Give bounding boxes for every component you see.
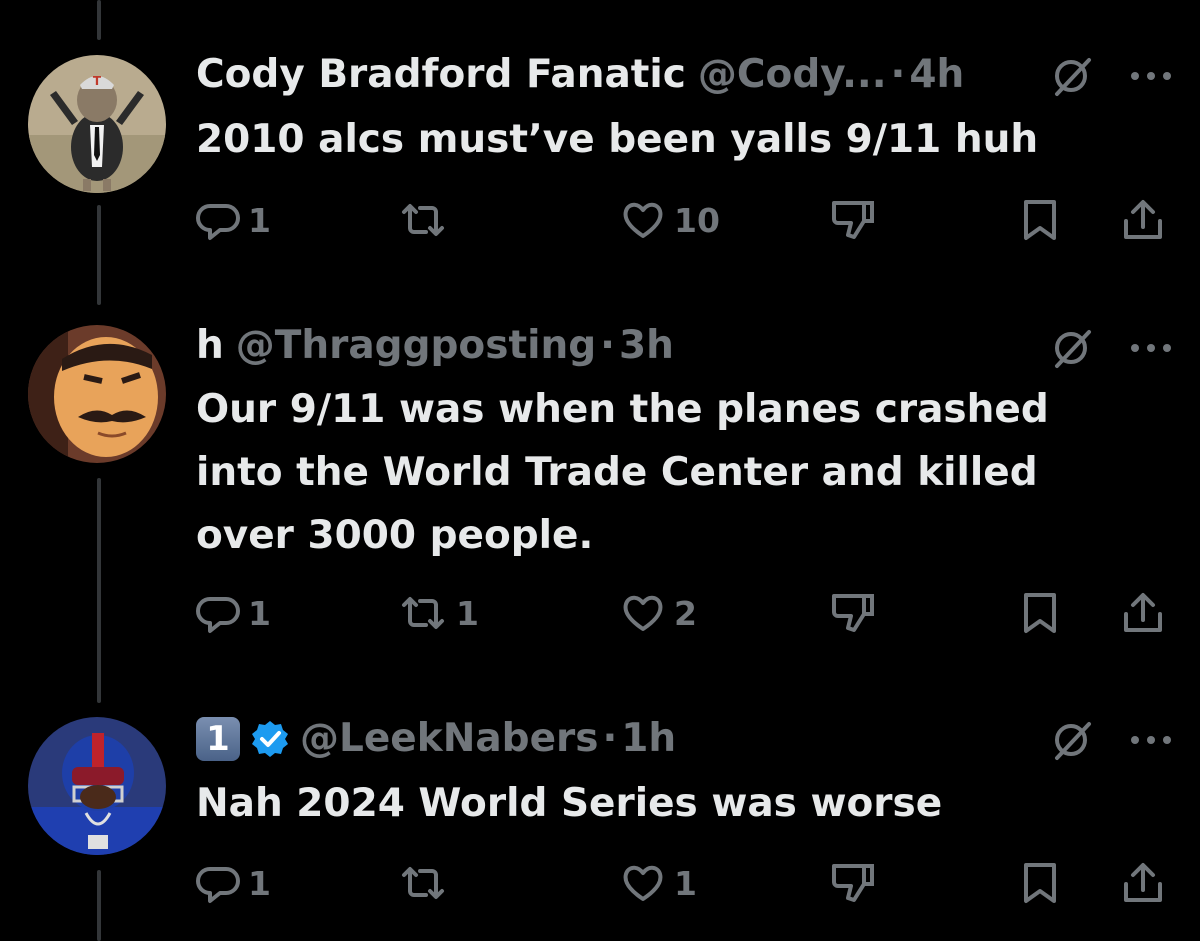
dislike-icon <box>832 594 874 632</box>
reply-icon <box>196 867 240 903</box>
handle[interactable]: @LeekNabers <box>300 716 598 762</box>
avatar[interactable]: T <box>28 55 166 193</box>
avatar[interactable] <box>28 325 166 463</box>
svg-text:T: T <box>93 74 102 88</box>
reply-button[interactable]: 1 <box>196 195 271 245</box>
reply-icon <box>196 597 240 633</box>
dislike-icon <box>832 201 874 239</box>
like-count: 10 <box>674 200 720 240</box>
repost-button[interactable] <box>398 858 456 908</box>
tweet-text: 2010 alcs must’ve been yalls 9/11 huh <box>196 117 1039 162</box>
more-icon[interactable] <box>1130 718 1172 762</box>
grok-icon[interactable] <box>1051 54 1095 98</box>
avatar[interactable] <box>28 717 166 855</box>
more-icon[interactable] <box>1130 54 1172 98</box>
tweet-header: h @Thraggposting · 3h <box>196 323 1140 369</box>
action-bar: 1 1 2 <box>0 588 1200 638</box>
grok-icon[interactable] <box>1051 718 1095 762</box>
like-icon <box>623 595 663 631</box>
dislike-button[interactable] <box>828 195 876 245</box>
separator: · <box>600 323 615 368</box>
share-icon <box>1124 593 1162 632</box>
avatar-image: T <box>28 55 166 193</box>
avatar-image <box>28 325 166 463</box>
repost-icon <box>402 867 444 899</box>
dislike-icon <box>832 864 874 902</box>
action-bar: 1 1 <box>0 858 1200 908</box>
bookmark-icon <box>1024 593 1056 633</box>
more-icon[interactable] <box>1130 326 1172 370</box>
display-name[interactable]: Cody Bradford Fanatic <box>196 52 686 98</box>
bookmark-icon <box>1024 200 1056 240</box>
reply-count: 1 <box>248 200 271 240</box>
dislike-button[interactable] <box>828 588 876 638</box>
like-count: 2 <box>674 593 697 633</box>
share-button[interactable] <box>1120 588 1166 638</box>
bookmark-button[interactable] <box>1020 195 1060 245</box>
dislike-button[interactable] <box>828 858 876 908</box>
tweet-header: 1 @LeekNabers · 1h <box>196 716 1140 762</box>
verified-icon <box>252 721 288 757</box>
like-icon <box>623 865 663 901</box>
share-button[interactable] <box>1120 195 1166 245</box>
reply-count: 1 <box>248 863 271 903</box>
repost-icon <box>402 204 444 236</box>
thread-line <box>97 0 101 40</box>
display-name[interactable]: h <box>196 323 224 369</box>
tweet-text: Nah 2024 World Series was worse <box>196 781 943 826</box>
bookmark-button[interactable] <box>1020 858 1060 908</box>
timestamp[interactable]: 1h <box>621 716 676 762</box>
share-button[interactable] <box>1120 858 1166 908</box>
keycap-one-emoji[interactable]: 1 <box>196 717 240 761</box>
avatar-image <box>28 717 166 855</box>
like-button[interactable]: 1 <box>620 858 697 908</box>
repost-button[interactable] <box>398 195 456 245</box>
repost-button[interactable]: 1 <box>398 588 479 638</box>
timestamp[interactable]: 3h <box>619 323 674 369</box>
bookmark-icon <box>1024 863 1056 903</box>
reply-button[interactable]: 1 <box>196 588 271 638</box>
like-count: 1 <box>674 863 697 903</box>
repost-icon <box>402 597 444 629</box>
tweet-header: Cody Bradford Fanatic @Cody... · 4h <box>196 52 1140 98</box>
handle[interactable]: @Cody... <box>698 52 887 98</box>
like-button[interactable]: 10 <box>620 195 720 245</box>
timestamp[interactable]: 4h <box>909 52 964 98</box>
tweet-text: Our 9/11 was when the planes crashed int… <box>196 387 1049 558</box>
separator: · <box>602 716 618 761</box>
bookmark-button[interactable] <box>1020 588 1060 638</box>
reply-icon <box>196 204 240 240</box>
action-bar: 1 10 <box>0 195 1200 245</box>
like-icon <box>623 202 663 238</box>
share-icon <box>1124 863 1162 902</box>
like-button[interactable]: 2 <box>620 588 697 638</box>
repost-count: 1 <box>456 593 479 633</box>
reply-button[interactable]: 1 <box>196 858 271 908</box>
grok-icon[interactable] <box>1051 326 1095 370</box>
handle[interactable]: @Thraggposting <box>236 323 596 369</box>
separator: · <box>890 52 906 97</box>
reply-count: 1 <box>248 593 271 633</box>
share-icon <box>1124 200 1162 239</box>
